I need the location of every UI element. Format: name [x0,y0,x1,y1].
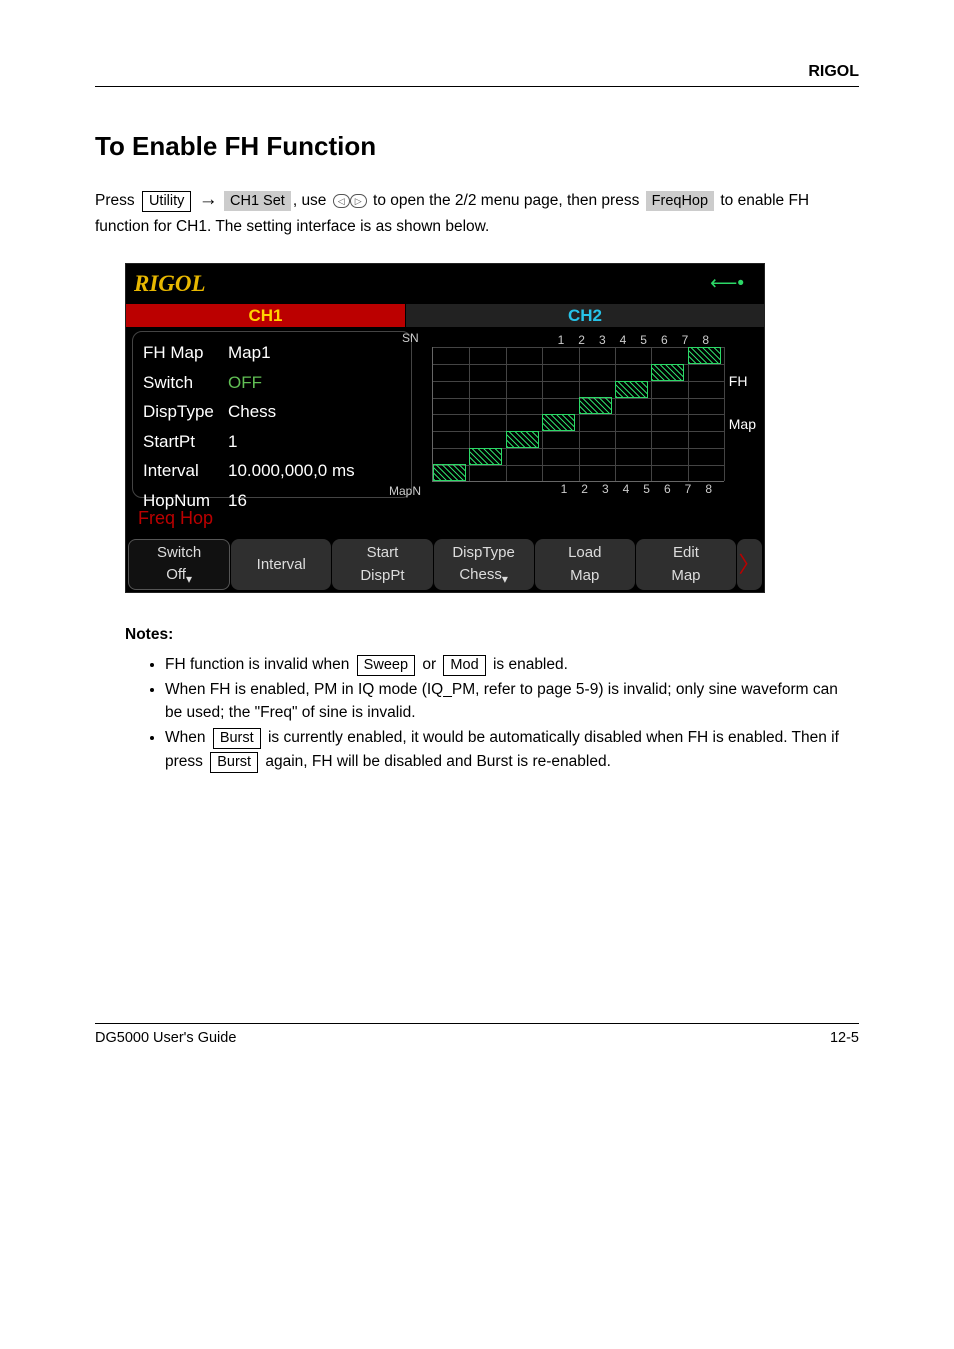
burst-button: Burst [210,752,258,773]
table-row: SwitchOFF [143,368,401,398]
param-table: FH MapMap1 SwitchOFF DispTypeChess Start… [143,338,401,515]
menu-label: Switch [157,542,201,565]
menu-value: Map [570,565,599,588]
menu-page-next[interactable]: 〉 [737,539,762,590]
usb-icon: ⟵• [710,270,744,299]
dropdown-icon: ▾ [502,572,508,586]
freqhop-softkey: FreqHop [646,191,714,211]
param-label: DispType [143,397,228,427]
param-label: Switch [143,368,228,398]
param-panel: FH MapMap1 SwitchOFF DispTypeChess Start… [132,331,412,498]
footer-doc-title: DG5000 User's Guide [95,1028,236,1050]
map-label: Map [729,414,756,435]
txt: FH function is invalid when [165,656,354,673]
fh-label: FH [729,371,756,392]
txt: Press [95,192,139,209]
param-label: FH Map [143,338,228,368]
param-value: OFF [228,368,401,398]
txt: When [165,729,210,746]
param-value: 10.000,000,0 ms [228,456,401,486]
table-row: FH MapMap1 [143,338,401,368]
map-cell [542,414,575,431]
brand-text: RIGOL [808,63,859,80]
param-value: Chess [228,397,401,427]
menu-label: DispType [452,542,515,565]
menu-label: Edit [673,542,699,565]
notes-list: FH function is invalid when Sweep or Mod… [165,653,859,773]
nav-left-right-icon: ◁▷ [333,194,367,208]
fh-chart: SN 12345678 MapN 12345678 FH Map [412,331,758,498]
chart-right-labels: FH Map [729,371,756,457]
param-label: Interval [143,456,228,486]
menu-value: Map [671,565,700,588]
intro-paragraph: Press Utility → CH1 Set, use ◁▷ to open … [95,186,859,238]
notes-heading: Notes: [125,623,859,646]
mod-button: Mod [443,655,485,676]
device-screen: RIGOL ⟵• CH1 CH2 FH MapMap1 SwitchOFF Di… [125,263,765,594]
param-value: 1 [228,427,401,457]
menu-disptype[interactable]: DispType Chess▾ [434,539,534,590]
map-cell [651,364,684,381]
menu-value: Chess▾ [459,564,508,588]
txt: to open the 2/2 menu page, then press [369,192,644,209]
footer-page-number: 12-5 [830,1028,859,1050]
sn-axis-label: SN [402,329,419,347]
chart-grid [432,347,724,482]
ch1-tab: CH1 [126,304,406,327]
menu-label: Interval [257,554,306,577]
list-item: When Burst is currently enabled, it woul… [165,726,859,773]
map-cell [469,448,502,465]
ch1set-softkey: CH1 Set [224,191,291,211]
chevron-right-icon: 〉 [739,548,761,581]
txt: is enabled. [493,656,568,673]
screen-menu: Switch Off▾ Interval Start DispPt DispTy… [126,537,764,592]
menu-start-disppt[interactable]: Start DispPt [332,539,432,590]
burst-button: Burst [213,728,261,749]
page-footer: DG5000 User's Guide 12-5 [95,1023,859,1050]
arrow-icon: → [199,189,218,210]
menu-interval[interactable]: Interval [231,539,331,590]
menu-label: Start [367,542,399,565]
menu-load-map[interactable]: Load Map [535,539,635,590]
notes-section: Notes: FH function is invalid when Sweep… [125,623,859,773]
param-value: 16 [228,486,401,516]
sweep-button: Sweep [357,655,415,676]
channel-row: CH1 CH2 [126,304,764,327]
menu-edit-map[interactable]: Edit Map [636,539,736,590]
list-item: When FH is enabled, PM in IQ mode (IQ_PM… [165,678,859,725]
mapn-ticks: 12345678 [561,480,726,498]
menu-value: DispPt [360,565,404,588]
map-cell [688,347,721,364]
screen-main: FH MapMap1 SwitchOFF DispTypeChess Start… [126,327,764,502]
dropdown-icon: ▾ [186,572,192,586]
page-header: RIGOL [95,60,859,87]
map-cell [579,397,612,414]
txt: or [422,656,440,673]
menu-value: Off▾ [166,564,192,588]
map-cell [433,464,466,481]
page-title: To Enable FH Function [95,127,859,166]
rigol-logo: RIGOL [134,267,206,302]
table-row: Interval10.000,000,0 ms [143,456,401,486]
mapn-axis-label: MapN [389,482,421,500]
map-cell [506,431,539,448]
table-row: DispTypeChess [143,397,401,427]
map-cell [615,381,648,398]
ch2-tab: CH2 [406,304,764,327]
txt: again, FH will be disabled and Burst is … [265,753,611,770]
screen-topbar: RIGOL ⟵• [126,264,764,305]
utility-button: Utility [142,191,191,212]
list-item: FH function is invalid when Sweep or Mod… [165,653,859,676]
param-value: Map1 [228,338,401,368]
txt: , use [293,192,331,209]
menu-switch[interactable]: Switch Off▾ [128,539,230,590]
menu-label: Load [568,542,601,565]
table-row: StartPt1 [143,427,401,457]
param-label: StartPt [143,427,228,457]
